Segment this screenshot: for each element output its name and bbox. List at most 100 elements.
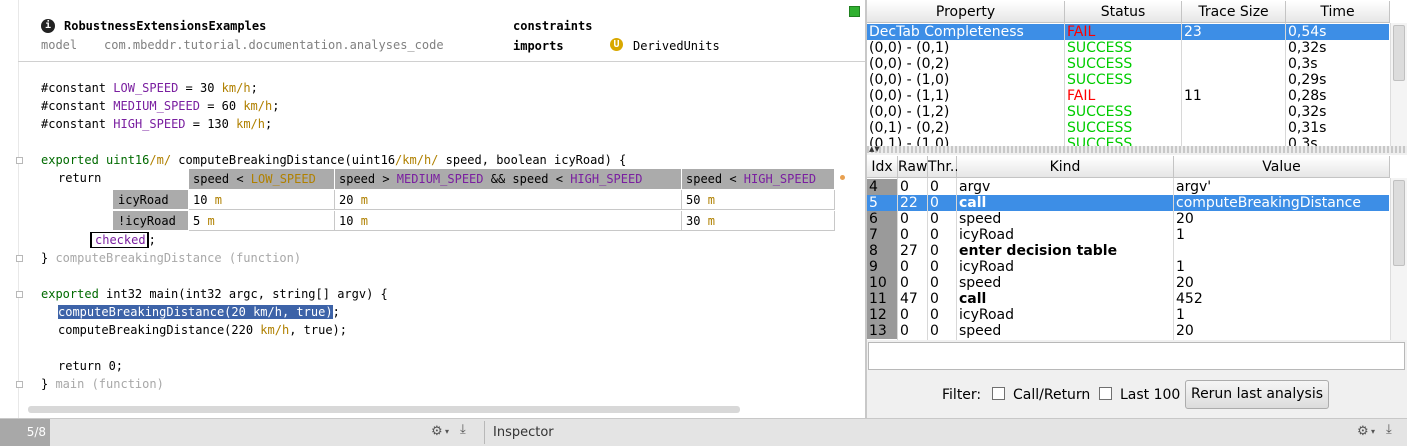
results-vertical-scrollbar[interactable] (1390, 23, 1407, 146)
checked-bracket: checked (90, 232, 146, 248)
trace-row[interactable]: 13 0 0 speed 20 (867, 323, 1389, 339)
call-return-label[interactable]: Call/Return (1013, 387, 1090, 403)
trace-cell-raw: 27 (900, 243, 918, 259)
dropdown-caret-icon[interactable]: ▾ (1371, 427, 1375, 436)
trace-filter-input[interactable] (868, 342, 1405, 370)
scrollbar-thumb[interactable] (1393, 180, 1405, 266)
messages-count[interactable]: 5/8 infos (0, 419, 50, 446)
collapse-arrows-icon[interactable]: ▲▼ (869, 146, 880, 153)
table-col-header-3[interactable]: speed < HIGH_SPEED (682, 169, 835, 189)
column-divider (1181, 23, 1182, 146)
rerun-analysis-button[interactable]: Rerun last analysis (1185, 380, 1329, 409)
results-row[interactable]: (0,0) - (0,1) SUCCESS 0,32s (867, 40, 1389, 56)
code-editor[interactable]: i RobustnessExtensionsExamples model com… (0, 0, 865, 418)
call-statement-1[interactable]: computeBreakingDistance(20 km/h, true); (58, 305, 340, 319)
scrollbar-thumb[interactable] (1393, 25, 1405, 81)
panel-splitter-horizontal[interactable] (867, 146, 1407, 153)
function-signature[interactable]: exported uint16/m/ computeBreakingDistan… (41, 153, 626, 167)
constant-line-2[interactable]: #constant MEDIUM_SPEED = 60 km/h; (41, 99, 279, 113)
hide-panel-icon[interactable]: ⤓ (460, 422, 466, 437)
trace-cell-value: 452 (1176, 291, 1203, 307)
trace-cell-raw: 0 (900, 227, 909, 243)
trace-table[interactable]: Idx Raw Thr... Kind Value 4 0 0 argv argv' 5 2… (867, 155, 1407, 340)
model-value[interactable]: com.mbeddr.tutorial.documentation.analys… (104, 38, 444, 52)
results-cell-status: SUCCESS (1067, 104, 1133, 120)
results-cell-property: (0,0) - (1,2) (869, 104, 950, 120)
inspector-tab[interactable]: Inspector (493, 425, 554, 440)
results-row[interactable]: (0,0) - (1,2) SUCCESS 0,32s (867, 104, 1389, 120)
trace-row[interactable]: 5 22 0 call computeBreakingDistance (867, 195, 1389, 211)
function-params: speed, boolean icyRoad) { (438, 153, 627, 167)
fold-toggle-icon[interactable] (16, 255, 23, 262)
main-signature[interactable]: exported int32 main(int32 argc, string[]… (41, 287, 388, 301)
constant-line-3[interactable]: #constant HIGH_SPEED = 130 km/h; (41, 117, 272, 131)
table-cell[interactable]: 5 m (189, 211, 335, 231)
results-header-time[interactable]: Time (1286, 1, 1390, 23)
table-cell[interactable]: 30 m (682, 211, 835, 231)
trace-header-kind[interactable]: Kind (957, 156, 1174, 178)
trace-row[interactable]: 6 0 0 speed 20 (867, 211, 1389, 227)
results-row[interactable]: (0,0) - (0,2) SUCCESS 0,3s (867, 56, 1389, 72)
trace-cell-raw: 0 (900, 179, 909, 195)
constant-name: HIGH_SPEED (113, 117, 186, 131)
table-cell[interactable]: 20 m (335, 190, 682, 210)
imports-value[interactable]: DerivedUnits (633, 39, 720, 53)
table-row-label[interactable]: icyRoad (113, 190, 188, 210)
checked-annotation[interactable]: checked; (90, 232, 156, 248)
checked-keyword: checked (95, 233, 146, 247)
results-cell-time: 0,28s (1288, 88, 1327, 104)
trace-header-thread[interactable]: Thr... (928, 156, 963, 178)
call-unit: km/h (260, 323, 290, 337)
results-header-property[interactable]: Property (867, 1, 1065, 23)
table-cell[interactable]: 10 m (335, 211, 682, 231)
trace-row[interactable]: 12 0 0 icyRoad 1 (867, 307, 1389, 323)
trace-row[interactable]: 7 0 0 icyRoad 1 (867, 227, 1389, 243)
last100-checkbox[interactable] (1099, 387, 1112, 400)
results-cell-trace (1182, 40, 1286, 56)
fold-toggle-icon[interactable] (16, 291, 23, 298)
fold-toggle-icon[interactable] (16, 381, 23, 388)
results-cell-status: SUCCESS (1067, 72, 1133, 88)
table-col-header-1[interactable]: speed < LOW_SPEED (189, 169, 335, 189)
return-statement[interactable]: return 0; (58, 359, 123, 373)
results-row[interactable]: (0,1) - (1,0) SUCCESS 0,3s (867, 136, 1389, 146)
selected-call[interactable]: computeBreakingDistance(20 km/h, true) (58, 305, 333, 319)
table-cell[interactable]: 10 m (189, 190, 335, 210)
constraints-label[interactable]: constraints (513, 19, 592, 33)
module-name[interactable]: RobustnessExtensionsExamples (64, 19, 266, 33)
call-statement-2[interactable]: computeBreakingDistance(220 km/h, true); (58, 323, 347, 337)
trace-row[interactable]: 4 0 0 argv argv' (867, 179, 1389, 195)
gear-icon[interactable]: ⚙ (1357, 424, 1369, 439)
results-header-trace-size[interactable]: Trace Size (1182, 1, 1286, 23)
dropdown-caret-icon[interactable]: ▾ (445, 427, 449, 436)
table-row-label[interactable]: !icyRoad (113, 211, 188, 231)
results-cell-property: (0,0) - (0,2) (869, 56, 950, 72)
fold-toggle-icon[interactable] (16, 157, 23, 164)
trace-cell-idx: 10 (867, 275, 898, 291)
constant-line-1[interactable]: #constant LOW_SPEED = 30 km/h; (41, 81, 258, 95)
call-return-checkbox[interactable] (992, 387, 1005, 400)
results-row[interactable]: (0,0) - (1,1) FAIL 11 0,28s (867, 88, 1389, 104)
results-cell-time: 0,29s (1288, 72, 1327, 88)
trace-row[interactable]: 11 47 0 call 452 (867, 291, 1389, 307)
table-cell[interactable]: 50 m (682, 190, 835, 210)
results-row[interactable]: (0,0) - (1,0) SUCCESS 0,29s (867, 72, 1389, 88)
trace-header-raw[interactable]: Raw (898, 156, 928, 178)
trace-header-idx[interactable]: Idx (867, 156, 898, 178)
trace-vertical-scrollbar[interactable] (1390, 178, 1407, 340)
results-row[interactable]: DecTab Completeness FAIL 23 0,54s (867, 24, 1389, 40)
results-row[interactable]: (0,1) - (0,2) SUCCESS 0,31s (867, 120, 1389, 136)
gear-icon[interactable]: ⚙ (431, 424, 443, 439)
hide-panel-icon[interactable]: ⤓ (1386, 422, 1392, 437)
trace-row[interactable]: 8 27 0 enter decision table (867, 243, 1389, 259)
editor-horizontal-scrollbar[interactable] (28, 406, 740, 413)
trace-row[interactable]: 9 0 0 icyRoad 1 (867, 259, 1389, 275)
results-header-status[interactable]: Status (1065, 1, 1182, 23)
last100-label[interactable]: Last 100 (1120, 387, 1180, 403)
table-col-header-2[interactable]: speed > MEDIUM_SPEED && speed < HIGH_SPE… (335, 169, 682, 189)
results-cell-trace: 11 (1184, 88, 1202, 104)
results-cell-trace (1182, 56, 1286, 72)
results-table[interactable]: Property Status Trace Size Time DecTab C… (867, 0, 1407, 146)
trace-row[interactable]: 10 0 0 speed 20 (867, 275, 1389, 291)
trace-header-value[interactable]: Value (1174, 156, 1390, 178)
